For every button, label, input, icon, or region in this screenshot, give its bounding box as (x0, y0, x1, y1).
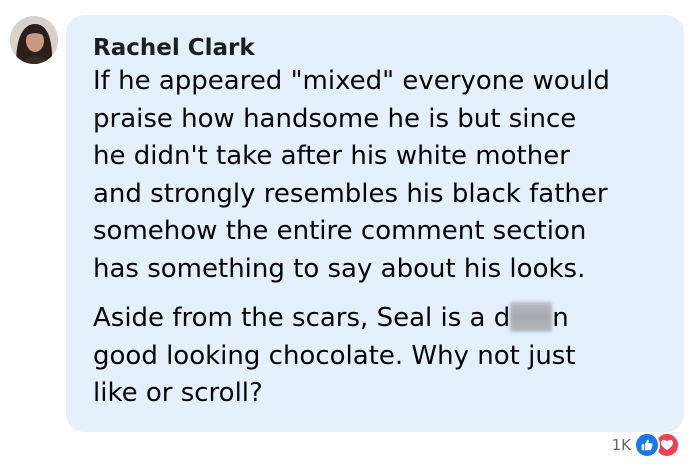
comment-bubble: Rachel Clark If he appeared "mixed" ever… (66, 15, 684, 432)
reactions-summary[interactable]: 1K (607, 432, 682, 458)
avatar[interactable] (10, 16, 58, 64)
comment-paragraph-1: If he appeared "mixed" everyone would pr… (93, 66, 610, 284)
like-icon (634, 432, 660, 458)
avatar-photo (10, 16, 58, 64)
comment-paragraph-2: Aside from the scars, Seal is a dn good … (93, 300, 664, 413)
comment-author[interactable]: Rachel Clark (93, 33, 664, 63)
censored-word (510, 302, 553, 332)
reaction-count: 1K (611, 436, 631, 454)
comment-paragraph-2-start: Aside from the scars, Seal is a d (93, 303, 511, 333)
